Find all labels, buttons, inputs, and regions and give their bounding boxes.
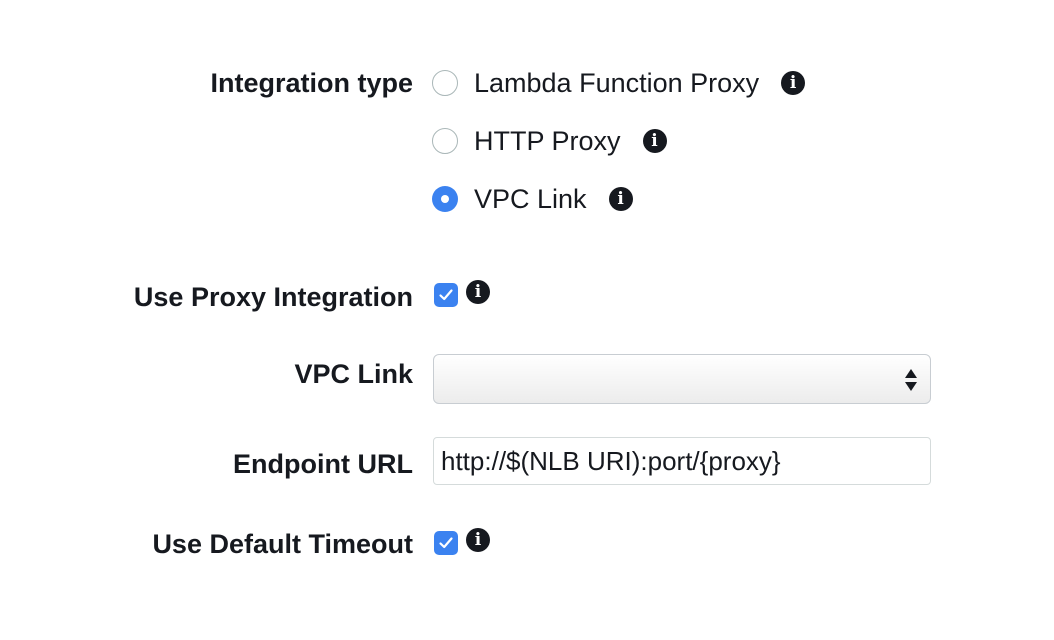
use-default-timeout-row: i [434,528,490,556]
info-icon[interactable]: i [781,71,806,95]
info-icon[interactable]: i [466,528,490,552]
use-proxy-integration-checkbox[interactable] [434,283,458,307]
info-icon[interactable]: i [608,187,633,211]
radio-vpc-link[interactable]: VPC Link i [432,183,633,215]
use-proxy-integration-label: Use Proxy Integration [133,282,413,312]
radio-selected-dot [441,195,449,203]
checkmark-icon [439,289,453,301]
info-icon[interactable]: i [466,280,490,304]
radio-label-lambda-function-proxy[interactable]: Lambda Function Proxy [474,67,759,99]
radio-button-http-proxy[interactable] [432,128,458,154]
use-default-timeout-label: Use Default Timeout [152,529,413,559]
vpc-link-label: VPC Link [294,359,413,389]
use-default-timeout-checkbox[interactable] [434,531,458,555]
radio-button-vpc-link[interactable] [432,186,458,212]
endpoint-url-input[interactable] [433,437,931,485]
info-icon[interactable]: i [642,129,667,153]
sort-arrows-icon [905,369,917,391]
radio-button-lambda-function-proxy[interactable] [432,70,458,96]
radio-label-vpc-link[interactable]: VPC Link [474,183,587,215]
radio-label-http-proxy[interactable]: HTTP Proxy [474,125,621,157]
endpoint-url-label: Endpoint URL [233,449,413,479]
vpc-link-select[interactable] [433,354,931,404]
checkmark-icon [439,537,453,549]
integration-type-label: Integration type [210,68,413,98]
use-proxy-integration-row: i [434,280,490,308]
integration-request-form: Integration type Lambda Function Proxy i… [0,0,1054,640]
radio-http-proxy[interactable]: HTTP Proxy i [432,125,667,157]
radio-lambda-function-proxy[interactable]: Lambda Function Proxy i [432,67,806,99]
